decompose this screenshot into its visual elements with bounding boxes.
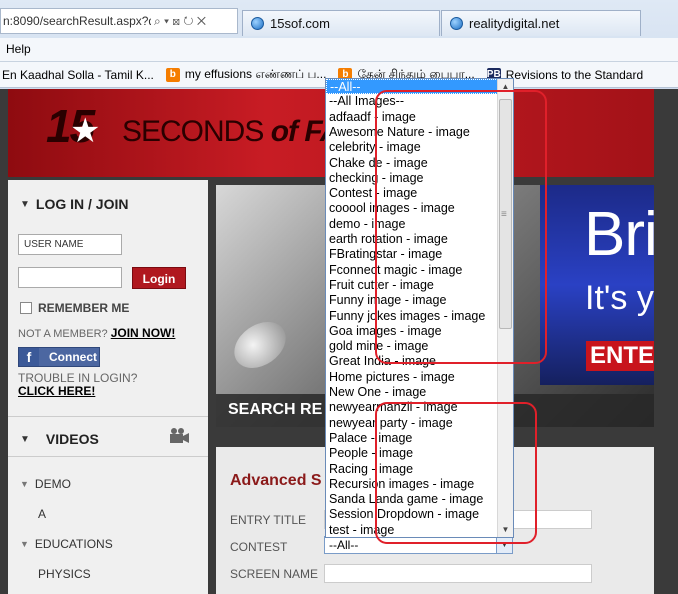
facebook-icon: f	[19, 348, 39, 366]
address-url[interactable]: n:8090/searchResult.aspx?qu	[1, 14, 151, 28]
click-here-link[interactable]: CLICK HERE!	[18, 385, 137, 398]
facebook-connect-button[interactable]: f Connect	[18, 347, 100, 367]
remember-checkbox[interactable]	[20, 302, 32, 314]
tab-label: 15sof.com	[270, 16, 330, 31]
category-demo[interactable]: ▼ DEMO	[20, 477, 71, 491]
favorite-label: En Kaadhal Solla - Tamil K...	[2, 67, 154, 82]
trouble-login: TROUBLE IN LOGIN? CLICK HERE!	[18, 371, 138, 398]
address-controls[interactable]: ⌕ ▾ ⊠ ↻ ✕	[154, 14, 206, 29]
tab-15sof[interactable]: 15sof.com	[242, 10, 440, 36]
screen-name-input[interactable]	[324, 564, 592, 583]
globe-icon	[251, 17, 264, 30]
triangle-down-icon: ▼	[20, 479, 29, 489]
advanced-search-title: Advanced S	[230, 472, 322, 489]
favorite-link[interactable]: En Kaadhal Solla - Tamil K...	[2, 68, 154, 82]
contest-label: CONTEST	[230, 540, 288, 554]
triangle-down-icon: ▼	[20, 433, 30, 445]
menu-help[interactable]: Help	[6, 42, 31, 56]
favorite-label: my effusions எண்ணப் ப...	[184, 66, 327, 81]
category-physics[interactable]: PHYSICS	[38, 567, 91, 581]
screen-name-label: SCREEN NAME	[230, 567, 319, 581]
category-a[interactable]: A	[38, 507, 46, 521]
logo-text[interactable]: SECONDS of FA	[122, 115, 342, 149]
annotation-box-bottom	[375, 402, 537, 544]
banner-headline: Bri	[584, 200, 658, 269]
not-member-text: NOT A MEMBER? JOIN NOW!	[18, 326, 176, 340]
left-sidebar: ▼ LOG IN / JOIN USER NAME Login REMEMBER…	[8, 180, 208, 594]
blogger-icon: b	[165, 67, 180, 82]
login-heading[interactable]: ▼ LOG IN / JOIN	[20, 196, 128, 212]
password-input[interactable]	[18, 267, 122, 288]
category-educations[interactable]: ▼ EDUCATIONS	[20, 537, 113, 551]
divider	[8, 416, 208, 417]
dropdown-option[interactable]: New One - image	[326, 385, 498, 400]
join-now-link[interactable]: JOIN NOW!	[111, 326, 176, 340]
globe-icon	[450, 17, 463, 30]
banner-subline: It's y	[585, 279, 654, 317]
login-button[interactable]: Login	[132, 267, 186, 289]
address-bar[interactable]: n:8090/searchResult.aspx?qu ⌕ ▾ ⊠ ↻ ✕	[0, 8, 238, 34]
annotation-box-top	[375, 90, 547, 364]
remember-me[interactable]: REMEMBER ME	[20, 301, 129, 315]
favorite-label: Revisions to the Standard	[505, 67, 644, 82]
triangle-down-icon: ▼	[20, 539, 29, 549]
triangle-down-icon: ▼	[20, 198, 30, 210]
tab-label: realitydigital.net	[469, 16, 560, 31]
tab-realitydigital[interactable]: realitydigital.net	[441, 10, 641, 36]
favorite-link[interactable]: b my effusions எண்ணப் ப...	[165, 66, 327, 83]
username-input[interactable]: USER NAME	[18, 234, 122, 255]
menu-bar: Help	[0, 38, 678, 62]
enter-button[interactable]: ENTER	[586, 341, 654, 371]
videos-heading[interactable]: ▼ VIDEOS	[20, 431, 99, 447]
star-icon: ★	[70, 112, 101, 150]
entry-title-label: ENTRY TITLE	[230, 513, 307, 527]
divider	[8, 456, 208, 457]
video-camera-icon[interactable]	[168, 427, 190, 445]
dropdown-option[interactable]: Home pictures - image	[326, 370, 498, 385]
